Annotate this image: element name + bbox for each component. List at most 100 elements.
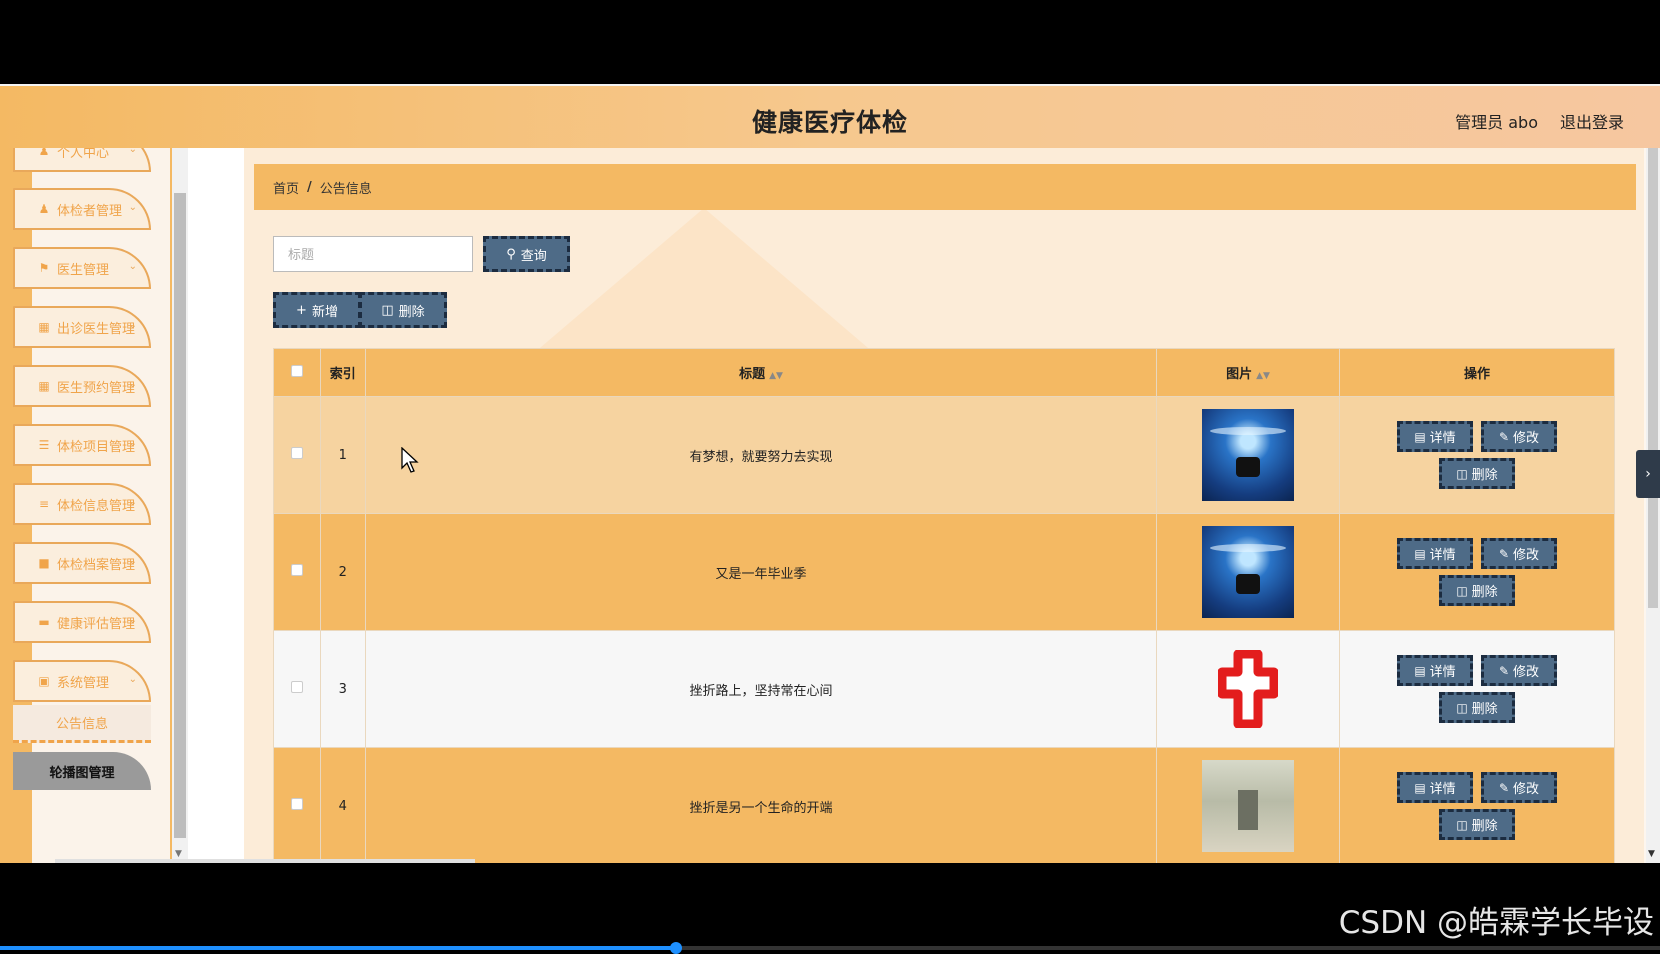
sidebar-item-exam-project[interactable]: ☰体检项目管理⌄ xyxy=(13,424,151,466)
sidebar-item-appointment[interactable]: ▦医生预约管理⌄ xyxy=(13,365,151,407)
row-checkbox[interactable] xyxy=(291,681,303,693)
clipboard-icon: ■ xyxy=(37,556,51,570)
chevron-down-icon: ⌄ xyxy=(129,379,137,390)
row-actions-cell: ▤详情 ✎修改 ◫删除 xyxy=(1340,631,1615,748)
page-scrollbar-thumb[interactable] xyxy=(1648,148,1658,608)
mouse-cursor-icon xyxy=(401,447,419,475)
table-row: 2 又是一年毕业季 ▤详情✎修改 ◫删除 xyxy=(274,514,1615,631)
detail-button[interactable]: ▤详情 xyxy=(1397,655,1473,686)
row-title: 挫折路上，坚持常在心间 xyxy=(366,631,1157,748)
breadcrumb-home[interactable]: 首页 xyxy=(273,178,299,197)
pencil-icon: ✎ xyxy=(1499,781,1509,795)
add-button-label: 新增 xyxy=(312,301,338,320)
sidebar-item-label: 系统管理 xyxy=(57,672,109,691)
sort-icon[interactable]: ▲▼ xyxy=(769,371,783,381)
video-progress-fill xyxy=(0,946,677,950)
edit-button[interactable]: ✎ 修改 xyxy=(1481,772,1557,803)
select-all-checkbox[interactable] xyxy=(291,365,303,377)
row-delete-button[interactable]: ◫删除 xyxy=(1439,575,1515,606)
main-content: 首页 / 公告信息 ⚲查询 +新增 ◫删除 索引 标题▲▼ 图片▲▼ xyxy=(244,148,1644,863)
document-icon: ▤ xyxy=(1414,781,1425,795)
row-actions-cell: ▤详情 ✎修改 ◫删除 xyxy=(1340,514,1615,631)
search-button-label: 查询 xyxy=(521,245,547,264)
detail-button-label: 详情 xyxy=(1430,661,1456,680)
sidebar-scrollbar[interactable]: ▼ xyxy=(172,148,188,863)
expand-panel-chevron-right-icon[interactable]: › xyxy=(1636,450,1660,498)
sidebar-item-visiting-doctor[interactable]: ▦出诊医生管理⌄ xyxy=(13,306,151,348)
chevron-down-icon: ⌄ xyxy=(129,148,137,155)
edit-button-label: 修改 xyxy=(1513,427,1539,446)
column-header-title[interactable]: 标题▲▼ xyxy=(366,349,1157,397)
detail-button-label: 详情 xyxy=(1430,544,1456,563)
pencil-icon: ✎ xyxy=(1499,547,1509,561)
sidebar-item-system[interactable]: ▣系统管理⌄ xyxy=(13,660,151,702)
breadcrumb: 首页 / 公告信息 xyxy=(254,164,1636,210)
sort-icon[interactable]: ▲▼ xyxy=(1256,371,1270,381)
page-scrollbar[interactable]: ▼ xyxy=(1646,148,1660,863)
video-progress-bar[interactable] xyxy=(0,946,1660,950)
sidebar-item-label: 出诊医生管理 xyxy=(57,318,135,337)
sidebar-item-health-assessment[interactable]: ▬健康评估管理⌄ xyxy=(13,601,151,643)
detail-button[interactable]: ▤详情 xyxy=(1397,538,1473,569)
detail-button[interactable]: ▤ 详情 xyxy=(1397,772,1473,803)
edit-button[interactable]: ✎ 修改 xyxy=(1481,421,1557,452)
row-delete-button[interactable]: ◫删除 xyxy=(1439,458,1515,489)
sidebar-item-doctor[interactable]: ⚑医生管理⌄ xyxy=(13,247,151,289)
row-checkbox[interactable] xyxy=(291,564,303,576)
hospital-corridor-image xyxy=(1202,760,1294,852)
sidebar-item-exam-info[interactable]: ≡体检信息管理⌄ xyxy=(13,483,151,525)
row-delete-button[interactable]: ◫删除 xyxy=(1439,809,1515,840)
user-icon: ♟ xyxy=(37,202,51,216)
sidebar-item-label: 体检者管理 xyxy=(57,200,122,219)
row-image-cell xyxy=(1157,748,1340,864)
search-button[interactable]: ⚲查询 xyxy=(483,236,570,272)
column-header-index: 索引 xyxy=(320,349,365,397)
horizontal-scrollbar[interactable] xyxy=(55,859,475,863)
add-button[interactable]: +新增 xyxy=(273,292,361,328)
row-checkbox[interactable] xyxy=(291,798,303,810)
scroll-down-arrow-icon[interactable]: ▼ xyxy=(175,849,182,859)
grid-icon: ▦ xyxy=(37,379,51,393)
table-row: 4 挫折是另一个生命的开端 ▤详情✎修改 ◫删除 xyxy=(274,748,1615,864)
row-checkbox[interactable] xyxy=(291,447,303,459)
edit-button[interactable]: ✎修改 xyxy=(1481,538,1557,569)
book-icon: ▣ xyxy=(37,674,51,688)
sidebar-item-label: 个人中心 xyxy=(57,148,109,161)
sidebar-subitem-carousel[interactable]: 轮播图管理 xyxy=(13,752,151,790)
sidebar-item-label: 健康评估管理 xyxy=(57,613,135,632)
row-actions: ▤详情 ✎修改 ◫删除 xyxy=(1392,535,1562,609)
video-progress-knob[interactable] xyxy=(670,942,682,954)
scroll-down-arrow-icon[interactable]: ▼ xyxy=(1648,849,1655,859)
row-title: 又是一年毕业季 xyxy=(366,514,1157,631)
detail-button-label: 详情 xyxy=(1430,778,1456,797)
grid-icon: ▦ xyxy=(37,320,51,334)
pencil-icon: ✎ xyxy=(1499,430,1509,444)
row-title: 挫折是另一个生命的开端 xyxy=(366,748,1157,864)
row-actions-cell: ▤ 详情 ✎ 修改 ◫删除 xyxy=(1340,748,1615,864)
title-search-input[interactable] xyxy=(273,236,473,272)
table-row: 1 有梦想，就要努力去实现 ▤详情✎修改 ◫删除 xyxy=(274,397,1615,514)
row-delete-button-label: 删除 xyxy=(1472,581,1498,600)
chat-icon: ▬ xyxy=(37,615,51,629)
sidebar-item-personal-center[interactable]: ♟个人中心⌄ xyxy=(13,148,151,172)
sidebar-scrollbar-thumb[interactable] xyxy=(174,193,186,838)
row-select-cell xyxy=(274,631,321,748)
column-header-image[interactable]: 图片▲▼ xyxy=(1157,349,1340,397)
edit-button-label: 修改 xyxy=(1513,778,1539,797)
app-window: 健康医疗体检 管理员 abo 退出登录 ♟个人中心⌄ ♟体检者管理⌄ ⚑医生管理… xyxy=(0,86,1660,863)
bulk-delete-button[interactable]: ◫删除 xyxy=(359,292,447,328)
background-decoration xyxy=(534,208,874,353)
trash-icon: ◫ xyxy=(1456,467,1467,481)
sidebar-item-exam-archive[interactable]: ■体检档案管理⌄ xyxy=(13,542,151,584)
row-image-cell xyxy=(1157,514,1340,631)
detail-button[interactable]: ▤详情 xyxy=(1397,421,1473,452)
sidebar-subitem-announcement[interactable]: 公告信息 xyxy=(13,705,151,743)
row-actions: ▤详情 ✎修改 ◫删除 xyxy=(1392,652,1562,726)
sidebar-item-examinee[interactable]: ♟体检者管理⌄ xyxy=(13,188,151,230)
watermark-text: CSDN @皓霖学长毕设 xyxy=(1339,897,1654,942)
logout-link[interactable]: 退出登录 xyxy=(1560,109,1624,133)
row-delete-button[interactable]: ◫删除 xyxy=(1439,692,1515,723)
edit-button-label: 修改 xyxy=(1513,661,1539,680)
chevron-down-icon: ⌄ xyxy=(129,261,137,272)
edit-button[interactable]: ✎修改 xyxy=(1481,655,1557,686)
